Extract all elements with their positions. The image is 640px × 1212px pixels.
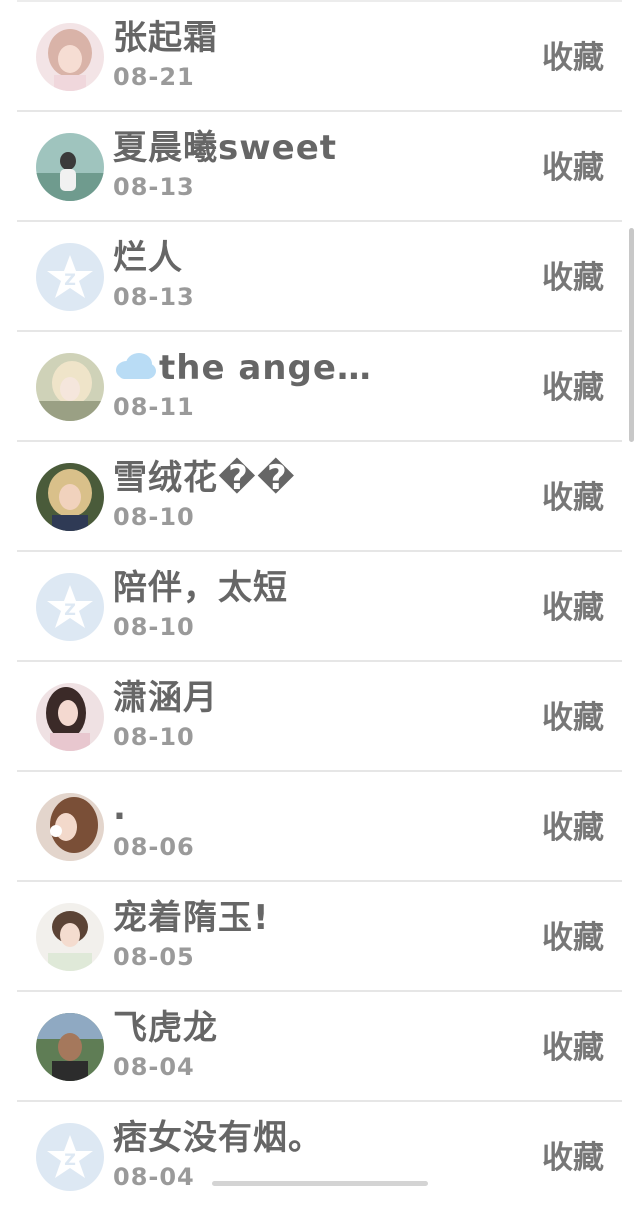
- list-item[interactable]: Z 痞女没有烟。 08-04 收藏: [0, 1102, 640, 1212]
- avatar[interactable]: [36, 133, 104, 201]
- avatar[interactable]: [36, 1013, 104, 1081]
- contact-name: 痞女没有烟。: [113, 1118, 323, 1158]
- contact-name: the ange…: [113, 346, 372, 392]
- list-item[interactable]: Z 陪伴，太短 08-10 收藏: [0, 552, 640, 662]
- contact-name: 雪绒花��: [113, 458, 296, 498]
- favorite-button[interactable]: 收藏: [542, 1138, 604, 1178]
- message-date: 08-13: [113, 283, 195, 311]
- avatar[interactable]: Z: [36, 243, 104, 311]
- message-date: 08-10: [113, 613, 195, 641]
- avatar[interactable]: Z: [36, 573, 104, 641]
- contact-name: 潇涵月: [113, 678, 218, 718]
- avatar[interactable]: [36, 683, 104, 751]
- favorite-button[interactable]: 收藏: [542, 918, 604, 958]
- message-date: 08-10: [113, 503, 195, 531]
- contact-name: .: [113, 788, 127, 828]
- favorite-button[interactable]: 收藏: [542, 1028, 604, 1068]
- list-item[interactable]: 张起霜 08-21 收藏: [0, 2, 640, 112]
- contact-name: 宠着隋玉!: [113, 898, 270, 938]
- list-item[interactable]: 宠着隋玉! 08-05 收藏: [0, 882, 640, 992]
- contact-name: 陪伴，太短: [113, 568, 288, 608]
- svg-text:Z: Z: [64, 270, 76, 289]
- contact-name: 张起霜: [113, 18, 218, 58]
- cloud-icon: [113, 348, 157, 392]
- favorite-button[interactable]: 收藏: [542, 368, 604, 408]
- message-date: 08-10: [113, 723, 195, 751]
- list-item[interactable]: 飞虎龙 08-04 收藏: [0, 992, 640, 1102]
- avatar[interactable]: [36, 463, 104, 531]
- message-date: 08-04: [113, 1053, 195, 1081]
- avatar[interactable]: [36, 23, 104, 91]
- avatar[interactable]: [36, 793, 104, 861]
- message-date: 08-05: [113, 943, 195, 971]
- list-item[interactable]: 雪绒花�� 08-10 收藏: [0, 442, 640, 552]
- message-date: 08-13: [113, 173, 195, 201]
- svg-text:Z: Z: [64, 600, 76, 619]
- contact-name: 夏晨曦sweet: [113, 128, 338, 168]
- favorite-button[interactable]: 收藏: [542, 258, 604, 298]
- list-item[interactable]: Z 烂人 08-13 收藏: [0, 222, 640, 332]
- favorite-button[interactable]: 收藏: [542, 38, 604, 78]
- list-item[interactable]: . 08-06 收藏: [0, 772, 640, 882]
- message-date: 08-04: [113, 1163, 195, 1191]
- message-date: 08-11: [113, 393, 195, 421]
- avatar[interactable]: Z: [36, 1123, 104, 1191]
- message-date: 08-06: [113, 833, 195, 861]
- contact-name: 烂人: [113, 238, 183, 278]
- avatar[interactable]: [36, 353, 104, 421]
- home-indicator[interactable]: [212, 1181, 428, 1186]
- avatar[interactable]: [36, 903, 104, 971]
- scrollbar[interactable]: [629, 228, 634, 442]
- favorite-button[interactable]: 收藏: [542, 808, 604, 848]
- contact-name-text: the ange…: [159, 348, 372, 388]
- favorite-button[interactable]: 收藏: [542, 588, 604, 628]
- favorite-button[interactable]: 收藏: [542, 148, 604, 188]
- list-item[interactable]: 潇涵月 08-10 收藏: [0, 662, 640, 772]
- favorite-button[interactable]: 收藏: [542, 698, 604, 738]
- list-item[interactable]: 夏晨曦sweet 08-13 收藏: [0, 112, 640, 222]
- message-date: 08-21: [113, 63, 195, 91]
- contact-name: 飞虎龙: [113, 1008, 218, 1048]
- list-item[interactable]: the ange… 08-11 收藏: [0, 332, 640, 442]
- favorite-button[interactable]: 收藏: [542, 478, 604, 518]
- svg-text:Z: Z: [64, 1150, 76, 1169]
